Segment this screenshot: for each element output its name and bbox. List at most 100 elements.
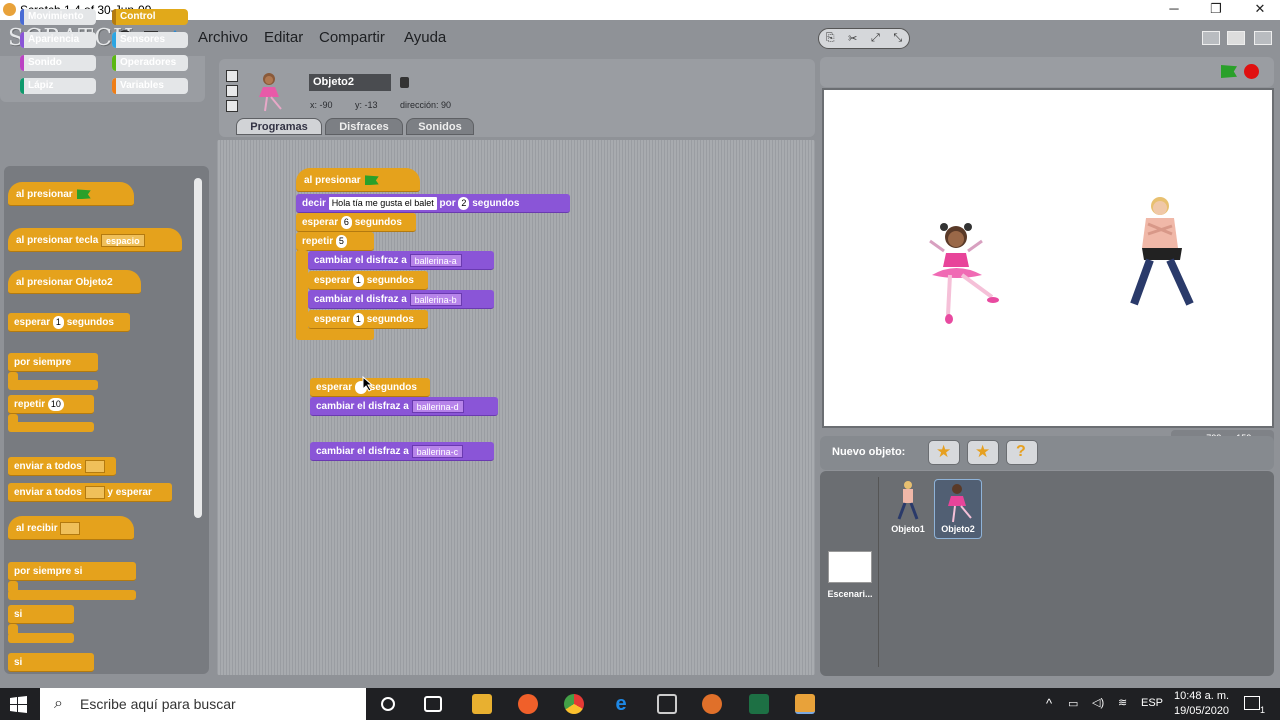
search-icon: ⌕ (54, 695, 63, 712)
language-indicator[interactable]: ESP (1141, 697, 1163, 709)
category-lapiz[interactable]: Lápiz (20, 78, 96, 94)
stop-button[interactable] (1244, 64, 1259, 79)
category-sensores[interactable]: Sensores (112, 32, 188, 48)
menu-compartir[interactable]: Compartir (319, 29, 385, 46)
script-wait-2[interactable]: esperar 1 segundos (308, 310, 428, 329)
receive-dropdown[interactable] (60, 521, 81, 535)
cortana-icon[interactable] (381, 697, 395, 711)
sprite-name-field[interactable]: Objeto2 (309, 74, 391, 91)
ballerina-thumb-icon (948, 484, 972, 523)
stage[interactable] (822, 88, 1274, 428)
windows-taskbar: ⌕ Escribe aquí para buscar e ^ ▭ ◁) ≋ ESP… (0, 688, 1280, 720)
green-flag-icon (364, 175, 379, 186)
loose-costume-d[interactable]: cambiar el disfraz a ballerina-d (310, 397, 498, 416)
dancer-sprite[interactable] (1126, 194, 1198, 314)
sprite-tools: ⎘ ✂ ⤢ ⤡ (818, 28, 910, 49)
minimize-button[interactable]: ─ (1152, 0, 1196, 20)
tray-chevron-icon[interactable]: ^ (1046, 696, 1052, 711)
restore-button[interactable]: ❐ (1194, 0, 1238, 20)
stage-thumbnail[interactable] (828, 551, 872, 583)
rotate-all-icon[interactable] (226, 70, 238, 82)
small-stage-button[interactable] (1202, 31, 1220, 45)
ballerina-sprite[interactable] (922, 215, 1004, 325)
notification-icon[interactable]: 1 (1244, 696, 1265, 715)
script-repeat[interactable]: repetir 5 (296, 232, 374, 251)
category-control[interactable]: Control (112, 9, 188, 25)
script-switch-costume-a[interactable]: cambiar el disfraz a ballerina-a (308, 251, 494, 270)
sprite-list: Escenari... Objeto1 Objeto2 (820, 471, 1274, 676)
lock-icon[interactable] (400, 77, 409, 88)
flip-lr-icon[interactable] (226, 85, 238, 97)
block-repeat[interactable]: repetir 10 (8, 395, 94, 414)
key-dropdown[interactable]: espacio (101, 233, 145, 247)
block-wait[interactable]: esperar 1 segundos (8, 313, 130, 332)
windows-start-icon[interactable] (10, 696, 27, 713)
block-when-key[interactable]: al presionar tecla espacio (8, 228, 182, 252)
delete-icon[interactable]: ✂ (848, 32, 857, 45)
calculator-icon[interactable] (657, 694, 677, 714)
network-icon[interactable]: ▭ (1068, 697, 1078, 710)
chrome-icon[interactable] (564, 694, 584, 714)
block-forever[interactable]: por siempre (8, 353, 98, 372)
paint-sprite-button[interactable]: ★ (928, 440, 960, 465)
category-variables[interactable]: Variables (112, 78, 188, 94)
palette-scrollbar[interactable] (194, 178, 202, 518)
script-wait-1[interactable]: esperar 1 segundos (308, 271, 428, 290)
category-apariencia[interactable]: Apariencia (20, 32, 96, 48)
choose-sprite-button[interactable]: ★ (967, 440, 999, 465)
menu-archivo[interactable]: Archivo (198, 29, 248, 46)
sprite-x: x: -90 (310, 100, 333, 110)
scratch-cat-icon (3, 3, 16, 16)
tab-disfraces[interactable]: Disfraces (325, 118, 403, 135)
script-say[interactable]: decir Hola tía me gusta el balet por 2 s… (296, 194, 570, 213)
say-text-input[interactable]: Hola tía me gusta el balet (328, 196, 437, 210)
category-operadores[interactable]: Operadores (112, 55, 188, 71)
close-button[interactable]: ✕ (1238, 0, 1280, 20)
block-if-else[interactable]: si (8, 653, 94, 672)
menu-ayuda[interactable]: Ayuda (404, 29, 446, 46)
random-sprite-button[interactable]: ? (1006, 440, 1038, 465)
no-rotate-icon[interactable] (226, 100, 238, 112)
block-when-flag[interactable]: al presionar (8, 182, 134, 206)
tab-programas[interactable]: Programas (236, 118, 322, 135)
new-sprite-bar: Nuevo objeto: (820, 436, 1274, 470)
task-view-icon[interactable] (424, 696, 442, 712)
firefox-icon[interactable] (518, 694, 538, 714)
menu-editar[interactable]: Editar (264, 29, 303, 46)
green-flag-button[interactable] (1221, 65, 1237, 78)
block-forever-if[interactable]: por siempre si (8, 562, 136, 581)
block-broadcast-wait[interactable]: enviar a todos y esperar (8, 483, 172, 502)
broadcast-wait-dropdown[interactable] (84, 485, 105, 499)
excel-icon[interactable] (749, 694, 769, 714)
sprite-thumb-label-1: Objeto1 (891, 524, 925, 534)
script-wait[interactable]: esperar 6 segundos (296, 213, 416, 232)
sprite-y: y: -13 (355, 100, 378, 110)
edge-icon[interactable]: e (611, 694, 631, 714)
script-when-flag[interactable]: al presionar (296, 168, 420, 192)
grow-icon[interactable]: ⤢ (871, 32, 880, 45)
block-broadcast[interactable]: enviar a todos (8, 457, 116, 476)
dancer-thumb-icon (897, 481, 919, 520)
scratch-taskbar-icon[interactable] (795, 694, 815, 714)
duplicate-icon[interactable]: ⎘ (826, 32, 835, 45)
tab-sonidos[interactable]: Sonidos (406, 118, 474, 135)
category-sonido[interactable]: Sonido (20, 55, 96, 71)
broadcast-dropdown[interactable] (84, 459, 105, 473)
paint-star-icon: ★ (936, 442, 952, 461)
clock-date[interactable]: 19/05/2020 (1174, 705, 1229, 717)
wifi-icon[interactable]: ≋ (1118, 696, 1127, 709)
taskbar-search[interactable]: ⌕ Escribe aquí para buscar (40, 688, 366, 720)
normal-stage-button[interactable] (1227, 31, 1245, 45)
volume-icon[interactable]: ◁) (1092, 696, 1104, 709)
block-when-receive[interactable]: al recibir (8, 516, 134, 540)
script-switch-costume-b[interactable]: cambiar el disfraz a ballerina-b (308, 290, 494, 309)
clock-time[interactable]: 10:48 a. m. (1174, 690, 1229, 702)
app-icon[interactable] (702, 694, 722, 714)
block-when-sprite-clicked[interactable]: al presionar Objeto2 (8, 270, 141, 294)
block-if[interactable]: si (8, 605, 74, 624)
shrink-icon[interactable]: ⤡ (893, 32, 902, 45)
presentation-mode-button[interactable] (1254, 31, 1272, 45)
file-explorer-icon[interactable] (472, 694, 492, 714)
loose-costume-c[interactable]: cambiar el disfraz a ballerina-c (310, 442, 494, 461)
category-movimiento[interactable]: Movimiento (20, 9, 96, 25)
